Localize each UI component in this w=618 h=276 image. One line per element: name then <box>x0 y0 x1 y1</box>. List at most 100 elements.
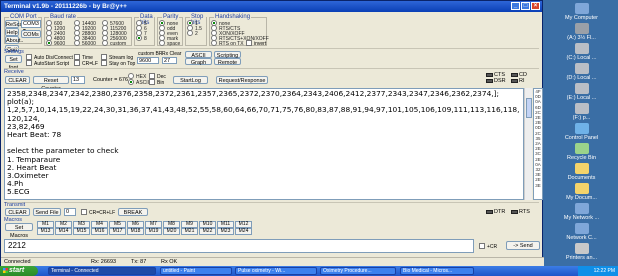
macro-button-m18[interactable]: M18 <box>127 228 144 235</box>
receive-scrollbar[interactable] <box>524 88 532 200</box>
break-button[interactable]: BREAK <box>118 208 148 216</box>
macro-button-m9[interactable]: M9 <box>181 221 198 228</box>
invert-checkbox[interactable]: invert <box>246 40 266 47</box>
parity-option-space[interactable]: space <box>159 40 180 47</box>
desktop-icon[interactable]: (C:) Local ... <box>545 43 618 61</box>
desktop-icon-glyph <box>574 23 589 34</box>
title-bar[interactable]: Terminal v1.9b - 20111226b - by Br@y++ _… <box>1 1 542 12</box>
macro-button-m14[interactable]: M14 <box>55 228 72 235</box>
custom-br-input[interactable]: 9600 <box>137 57 159 64</box>
desktop-icon[interactable]: Control Panel <box>545 123 618 141</box>
transmit-input[interactable]: 2212 <box>4 239 474 253</box>
desktop-icon[interactable]: (D:) Local ... <box>545 63 618 81</box>
macro-button-m11[interactable]: M11 <box>217 221 234 228</box>
cr-crlf-checkbox[interactable]: CR=CR+LF <box>81 209 115 216</box>
stay-on-top-checkbox[interactable]: Stay on Top <box>101 60 135 67</box>
desktop-icon[interactable]: (A:) 3½ Fl... <box>545 23 618 41</box>
desktop-icon[interactable]: Printers an... <box>545 243 618 261</box>
rescan-button[interactable]: ReScan <box>5 20 26 28</box>
bin-checkbox[interactable]: Bin <box>149 79 164 86</box>
receive-clear-button[interactable]: CLEAR <box>5 76 30 84</box>
taskbar-task[interactable]: untitled - Paint <box>160 267 232 275</box>
help-button[interactable]: Help <box>5 28 19 36</box>
rts-indicator[interactable] <box>511 210 518 214</box>
desktop-icon[interactable]: Documents <box>545 163 618 181</box>
request-response-button[interactable]: Request/Response <box>216 76 268 84</box>
desktop-icon-glyph <box>574 163 589 174</box>
transmit-input-value: 2212 <box>8 241 26 250</box>
autostart-script-checkbox[interactable]: AutoStart Script <box>26 60 69 67</box>
close-button[interactable]: × <box>531 2 540 10</box>
macro-button-m17[interactable]: M17 <box>109 228 126 235</box>
taskbar-task[interactable]: Terminal - Connected <box>48 267 156 275</box>
coms-button[interactable]: COMs <box>21 30 41 38</box>
macro-button-m22[interactable]: M22 <box>199 228 216 235</box>
scrollbar-thumb[interactable] <box>526 98 532 118</box>
macro-button-m8[interactable]: M8 <box>163 221 180 228</box>
com-port-select[interactable]: COM3 ▾ <box>21 20 41 34</box>
macro-button-m24[interactable]: M24 <box>235 228 252 235</box>
maximize-button[interactable]: □ <box>521 2 530 10</box>
macro-button-m13[interactable]: M13 <box>37 228 54 235</box>
taskbar-task[interactable]: Pulse oximetry - Wi... <box>235 267 317 275</box>
dtr-indicator[interactable] <box>486 210 493 214</box>
baud-option-custom[interactable]: custom <box>102 40 126 47</box>
macro-button-m20[interactable]: M20 <box>163 228 180 235</box>
graph-button[interactable]: Graph <box>185 58 212 66</box>
taskbar-task[interactable]: Bio Medical - Micros... <box>400 267 474 275</box>
plus-cr-checkbox[interactable]: +CR <box>479 243 497 250</box>
startlog-button[interactable]: StartLog <box>173 76 208 84</box>
data-bits-option-8[interactable]: 8 <box>136 35 147 42</box>
taskbar-task[interactable]: Oximetry Procedure... <box>320 267 396 275</box>
macro-button-m5[interactable]: M5 <box>109 221 126 228</box>
macro-button-m4[interactable]: M4 <box>91 221 108 228</box>
set-font-button[interactable]: Set font <box>5 55 22 71</box>
macro-button-m7[interactable]: M7 <box>145 221 162 228</box>
ascii-table-button[interactable]: ASCII table <box>185 51 212 67</box>
scripting-button[interactable]: Scripting <box>214 51 241 59</box>
baud-option-56000[interactable]: 56000 <box>74 40 96 47</box>
macro-button-m1[interactable]: M1 <box>37 221 54 228</box>
cr-lf-checkbox[interactable]: CR=LF <box>74 60 98 67</box>
desktop-icon[interactable]: (E:) Local ... <box>545 83 618 101</box>
rx-clear-input[interactable]: 27 <box>162 57 177 64</box>
transmit-clear-button[interactable]: CLEAR <box>5 208 30 216</box>
macro-button-m6[interactable]: M6 <box>127 221 144 228</box>
desktop-icon[interactable]: (F:) p... <box>545 103 618 121</box>
start-button[interactable]: start <box>0 266 38 276</box>
desktop-icon[interactable]: My Docum... <box>545 183 618 201</box>
minimize-button[interactable]: _ <box>511 2 520 10</box>
counter-input[interactable]: 13 <box>71 76 85 84</box>
macro-button-m10[interactable]: M10 <box>199 221 216 228</box>
send-file-count-input[interactable]: 0 <box>64 208 76 216</box>
stop-bits-option-2[interactable]: 2 <box>187 30 198 37</box>
ascii-option[interactable]: ASCII <box>128 79 149 86</box>
macro-button-m19[interactable]: M19 <box>145 228 162 235</box>
macro-button-m21[interactable]: M21 <box>181 228 198 235</box>
set-macros-button[interactable]: Set Macros <box>5 223 33 239</box>
desktop-icon[interactable]: Recycle Bin <box>545 143 618 161</box>
desktop-icon[interactable]: My Computer <box>545 3 618 21</box>
status-connection: Connected <box>4 259 31 265</box>
macro-button-m23[interactable]: M23 <box>217 228 234 235</box>
divider <box>4 68 539 69</box>
cd-indicator <box>511 73 518 77</box>
send-file-button[interactable]: Send File <box>33 208 61 216</box>
desktop-icon[interactable]: My Network ... <box>545 203 618 221</box>
dsr-label: DSR <box>494 78 506 84</box>
about-button[interactable]: About.. <box>5 36 23 44</box>
macro-button-m15[interactable]: M15 <box>73 228 90 235</box>
desktop-icon-label: My Docum... <box>566 195 597 201</box>
macro-button-m3[interactable]: M3 <box>73 221 90 228</box>
status-rx-ok: Rx OK <box>161 259 178 265</box>
send-button[interactable]: -> Send <box>506 241 540 250</box>
macro-button-m12[interactable]: M12 <box>235 221 252 228</box>
baud-option-9600[interactable]: 9600 <box>46 40 65 47</box>
desktop-icon[interactable]: Network C... <box>545 223 618 241</box>
macro-button-m2[interactable]: M2 <box>55 221 72 228</box>
remote-button[interactable]: Remote <box>214 58 241 66</box>
reset-counter-button[interactable]: Reset Counter <box>33 76 69 92</box>
receive-terminal[interactable]: 2358,2348,2347,2342,2380,2376,2358,2372,… <box>4 88 524 200</box>
handshaking-option-rts-on-tx[interactable]: RTS on TX <box>211 40 244 47</box>
macro-button-m16[interactable]: M16 <box>91 228 108 235</box>
